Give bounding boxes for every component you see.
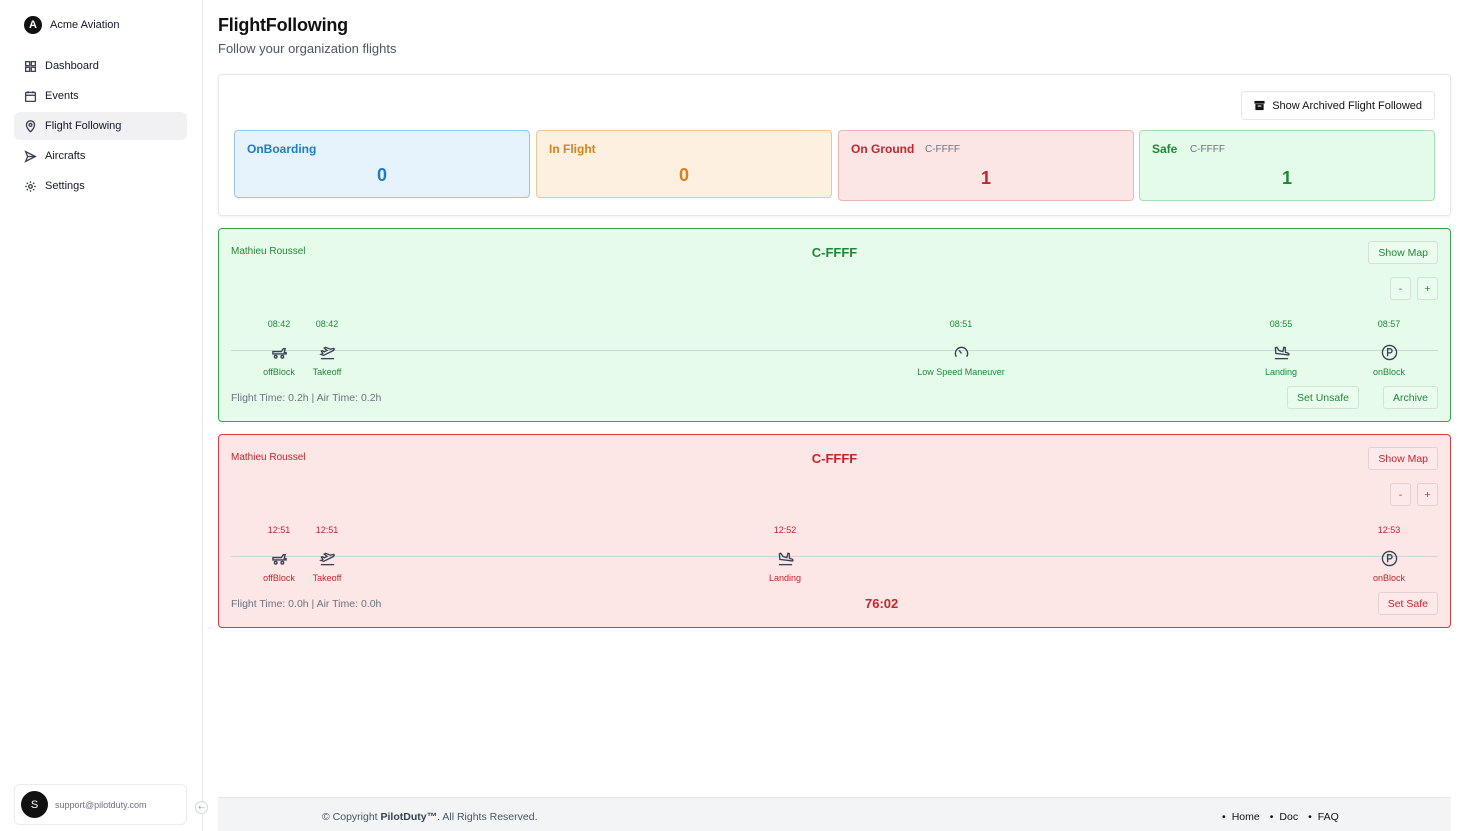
footer: © Copyright PilotDuty™. All Rights Reser… bbox=[218, 797, 1451, 831]
sidebar-nav: Dashboard Events Flight Following Aircra… bbox=[14, 52, 187, 202]
stat-on-ground[interactable]: On Ground C-FFFF 1 bbox=[838, 130, 1134, 201]
event-time: 12:52 bbox=[773, 525, 797, 535]
timeline-event[interactable]: 08:51 Low Speed Maneuver bbox=[901, 319, 1021, 377]
map-pin-icon bbox=[25, 119, 36, 133]
page-title: FlightFollowing bbox=[218, 15, 348, 35]
stat-label: Safe bbox=[1152, 142, 1178, 156]
elapsed-timer: 76:02 bbox=[865, 596, 899, 611]
takeoff-icon bbox=[318, 346, 335, 359]
show-archived-button[interactable]: Show Archived Flight Followed bbox=[1241, 91, 1435, 120]
event-name: onBlock bbox=[1372, 367, 1406, 377]
parking-icon bbox=[1381, 344, 1397, 360]
timeline-event[interactable]: 08:57 onBlock bbox=[1329, 319, 1449, 377]
sidebar-item-flight-following[interactable]: Flight Following bbox=[14, 112, 187, 140]
stat-registration: C-FFFF bbox=[925, 144, 960, 155]
landing-icon bbox=[1274, 346, 1290, 359]
show-archived-label: Show Archived Flight Followed bbox=[1272, 99, 1422, 112]
user-email: support@pilotduty.com bbox=[55, 799, 147, 810]
sidebar-item-dashboard[interactable]: Dashboard bbox=[14, 52, 187, 80]
footer-brand: PilotDuty™ bbox=[380, 811, 438, 823]
archive-icon bbox=[1254, 100, 1265, 111]
show-map-button[interactable]: Show Map bbox=[1368, 241, 1438, 264]
sidebar-item-aircrafts[interactable]: Aircrafts bbox=[14, 142, 187, 170]
event-name: Takeoff bbox=[312, 367, 342, 377]
sidebar-item-label: Aircrafts bbox=[45, 150, 86, 162]
aircraft-registration: C-FFFF bbox=[811, 451, 858, 466]
flight-time: Flight Time: 0.2h | Air Time: 0.2h bbox=[231, 392, 382, 404]
stat-label: On Ground bbox=[851, 142, 915, 156]
timeline-event[interactable]: 12:53 onBlock bbox=[1329, 525, 1449, 583]
stat-value: 1 bbox=[980, 168, 991, 188]
set-safe-button[interactable]: Set Safe bbox=[1377, 592, 1438, 615]
copyright: © Copyright PilotDuty™. All Rights Reser… bbox=[322, 811, 538, 823]
gauge-icon bbox=[954, 346, 968, 357]
timeline-event[interactable]: 08:55 Landing bbox=[1221, 319, 1341, 377]
stat-label: OnBoarding bbox=[247, 142, 317, 156]
event-name: onBlock bbox=[1372, 573, 1406, 583]
show-map-button[interactable]: Show Map bbox=[1368, 447, 1438, 470]
dashboard-icon bbox=[24, 60, 37, 72]
sidebar-item-label: Flight Following bbox=[45, 120, 122, 132]
gear-icon bbox=[25, 180, 36, 192]
copyright-prefix: © Copyright bbox=[322, 811, 381, 823]
stat-value: 0 bbox=[376, 165, 387, 185]
sidebar-item-label: Dashboard bbox=[45, 60, 99, 72]
zoom-out-button[interactable]: - bbox=[1390, 483, 1411, 506]
zoom-in-button[interactable]: + bbox=[1417, 483, 1438, 506]
sidebar-item-events[interactable]: Events bbox=[14, 82, 187, 110]
flight-card: Mathieu Roussel C-FFFF Show Map - + 08:4… bbox=[218, 228, 1451, 422]
app-root: A Acme Aviation Dashboard Events Flight … bbox=[0, 0, 1465, 831]
event-time: 12:51 bbox=[315, 525, 339, 535]
footer-link-faq[interactable]: FAQ bbox=[1308, 811, 1339, 823]
zoom-out-button[interactable]: - bbox=[1390, 277, 1411, 300]
parking-icon bbox=[1381, 550, 1397, 566]
takeoff-icon bbox=[318, 552, 335, 565]
event-name: Takeoff bbox=[312, 573, 342, 583]
event-time: 08:42 bbox=[315, 319, 339, 329]
stat-value: 0 bbox=[678, 165, 689, 185]
stats-panel: Show Archived Flight Followed OnBoarding… bbox=[218, 74, 1451, 216]
user-menu[interactable]: S support@pilotduty.com bbox=[14, 784, 187, 825]
send-icon bbox=[24, 149, 37, 163]
stat-in-flight[interactable]: In Flight 0 bbox=[536, 130, 832, 198]
set-unsafe-button[interactable]: Set Unsafe bbox=[1287, 386, 1359, 409]
event-name: Low Speed Maneuver bbox=[917, 367, 1005, 377]
stat-safe[interactable]: Safe C-FFFF 1 bbox=[1139, 130, 1435, 201]
sidebar-item-label: Events bbox=[45, 90, 79, 102]
footer-link-doc[interactable]: Doc bbox=[1270, 811, 1298, 823]
avatar: S bbox=[21, 791, 48, 818]
event-time: 08:57 bbox=[1377, 319, 1401, 329]
event-name: Landing bbox=[1264, 367, 1298, 377]
timeline-event[interactable]: 08:42 Takeoff bbox=[267, 319, 387, 377]
event-time: 08:51 bbox=[949, 319, 973, 329]
stat-label: In Flight bbox=[549, 142, 596, 156]
zoom-in-button[interactable]: + bbox=[1417, 277, 1438, 300]
collapse-sidebar-icon[interactable]: ⇠ bbox=[195, 801, 208, 814]
org-switcher[interactable]: A Acme Aviation bbox=[24, 16, 120, 34]
org-logo: A bbox=[24, 16, 42, 34]
copyright-suffix: . All Rights Reserved. bbox=[437, 811, 538, 823]
landing-icon bbox=[778, 552, 794, 565]
calendar-icon bbox=[24, 90, 37, 102]
stat-onboarding[interactable]: OnBoarding 0 bbox=[234, 130, 530, 198]
timeline-event[interactable]: 12:51 Takeoff bbox=[267, 525, 387, 583]
sidebar-item-settings[interactable]: Settings bbox=[14, 172, 187, 200]
stat-registration: C-FFFF bbox=[1190, 144, 1225, 155]
stat-value: 1 bbox=[1281, 168, 1292, 188]
timeline-event[interactable]: 12:52 Landing bbox=[725, 525, 845, 583]
org-name: Acme Aviation bbox=[50, 19, 120, 31]
flight-card: Mathieu Roussel C-FFFF Show Map - + 12:5… bbox=[218, 434, 1451, 628]
aircraft-registration: C-FFFF bbox=[811, 245, 858, 260]
page-subtitle: Follow your organization flights bbox=[218, 41, 397, 56]
event-name: Landing bbox=[768, 573, 802, 583]
sidebar-item-label: Settings bbox=[45, 180, 85, 192]
event-time: 08:55 bbox=[1269, 319, 1293, 329]
footer-links: Home Doc FAQ bbox=[1222, 811, 1339, 823]
sidebar: A Acme Aviation Dashboard Events Flight … bbox=[0, 0, 203, 831]
archive-button[interactable]: Archive bbox=[1382, 386, 1438, 409]
event-time: 12:53 bbox=[1377, 525, 1401, 535]
footer-link-home[interactable]: Home bbox=[1222, 811, 1260, 823]
flight-time: Flight Time: 0.0h | Air Time: 0.0h bbox=[231, 598, 382, 610]
